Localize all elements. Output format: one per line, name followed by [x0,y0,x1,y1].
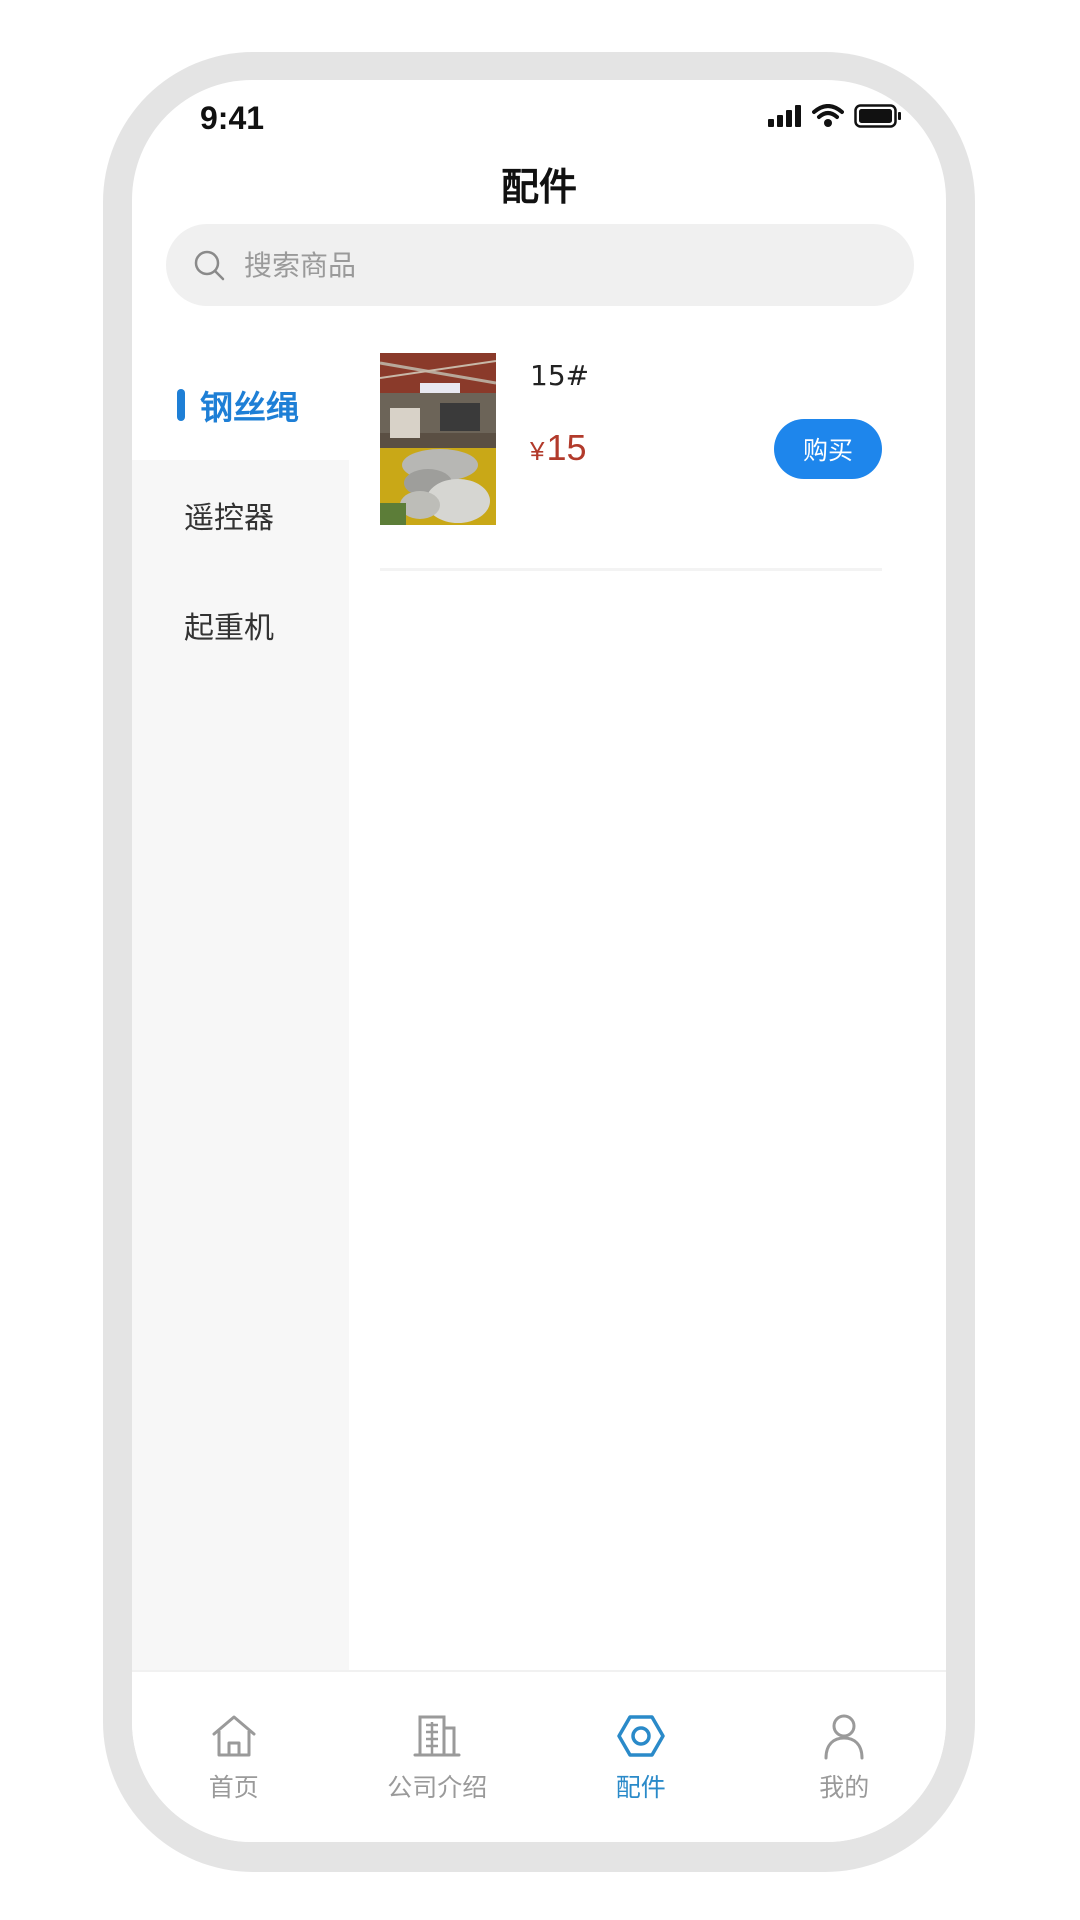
warehouse-photo [380,353,496,525]
status-icons [768,104,902,128]
tab-label: 公司介绍 [387,1773,488,1802]
product-list: 15# ¥15 购买 [380,353,882,571]
price-currency: ¥ [530,436,545,466]
buy-button[interactable]: 购买 [774,419,882,479]
app-screen: 9:41 配件 钢丝绳 遥控器 [132,80,946,1842]
tab-label: 我的 [819,1773,870,1802]
search-icon [194,250,225,281]
tab-label: 首页 [208,1773,259,1802]
tab-parts[interactable]: 配件 [539,1672,743,1842]
tab-home[interactable]: 首页 [132,1672,336,1842]
category-sidebar: 钢丝绳 遥控器 起重机 [132,350,349,1670]
tab-mine[interactable]: 我的 [743,1672,947,1842]
hex-nut-icon [617,1715,665,1757]
search-bar[interactable] [166,224,914,306]
signal-icon [768,105,801,127]
sidebar-item-label: 遥控器 [184,501,274,536]
wifi-icon [812,104,844,127]
active-indicator [177,389,185,421]
sidebar-item-label: 钢丝绳 [200,388,299,427]
sidebar-item-remote[interactable]: 遥控器 [132,460,349,570]
tab-label: 配件 [615,1773,666,1802]
tab-company[interactable]: 公司介绍 [336,1672,540,1842]
building-icon [413,1715,461,1757]
sidebar-item-label: 起重机 [184,611,274,646]
sidebar-item-steel-rope[interactable]: 钢丝绳 [132,350,349,460]
product-image[interactable] [380,353,496,525]
bottom-tab-bar: 首页 公司介绍 配件 我的 [132,1670,946,1842]
search-input[interactable] [244,248,884,282]
product-price: ¥15 [530,427,587,469]
product-name: 15# [530,359,590,392]
user-icon [824,1714,864,1760]
page-title: 配件 [500,165,577,209]
sidebar-item-crane[interactable]: 起重机 [132,570,349,680]
price-value: 15 [546,427,587,468]
battery-icon [854,104,901,128]
home-icon [212,1715,256,1757]
status-time: 9:41 [200,100,265,136]
product-card[interactable]: 15# ¥15 购买 [380,353,882,571]
